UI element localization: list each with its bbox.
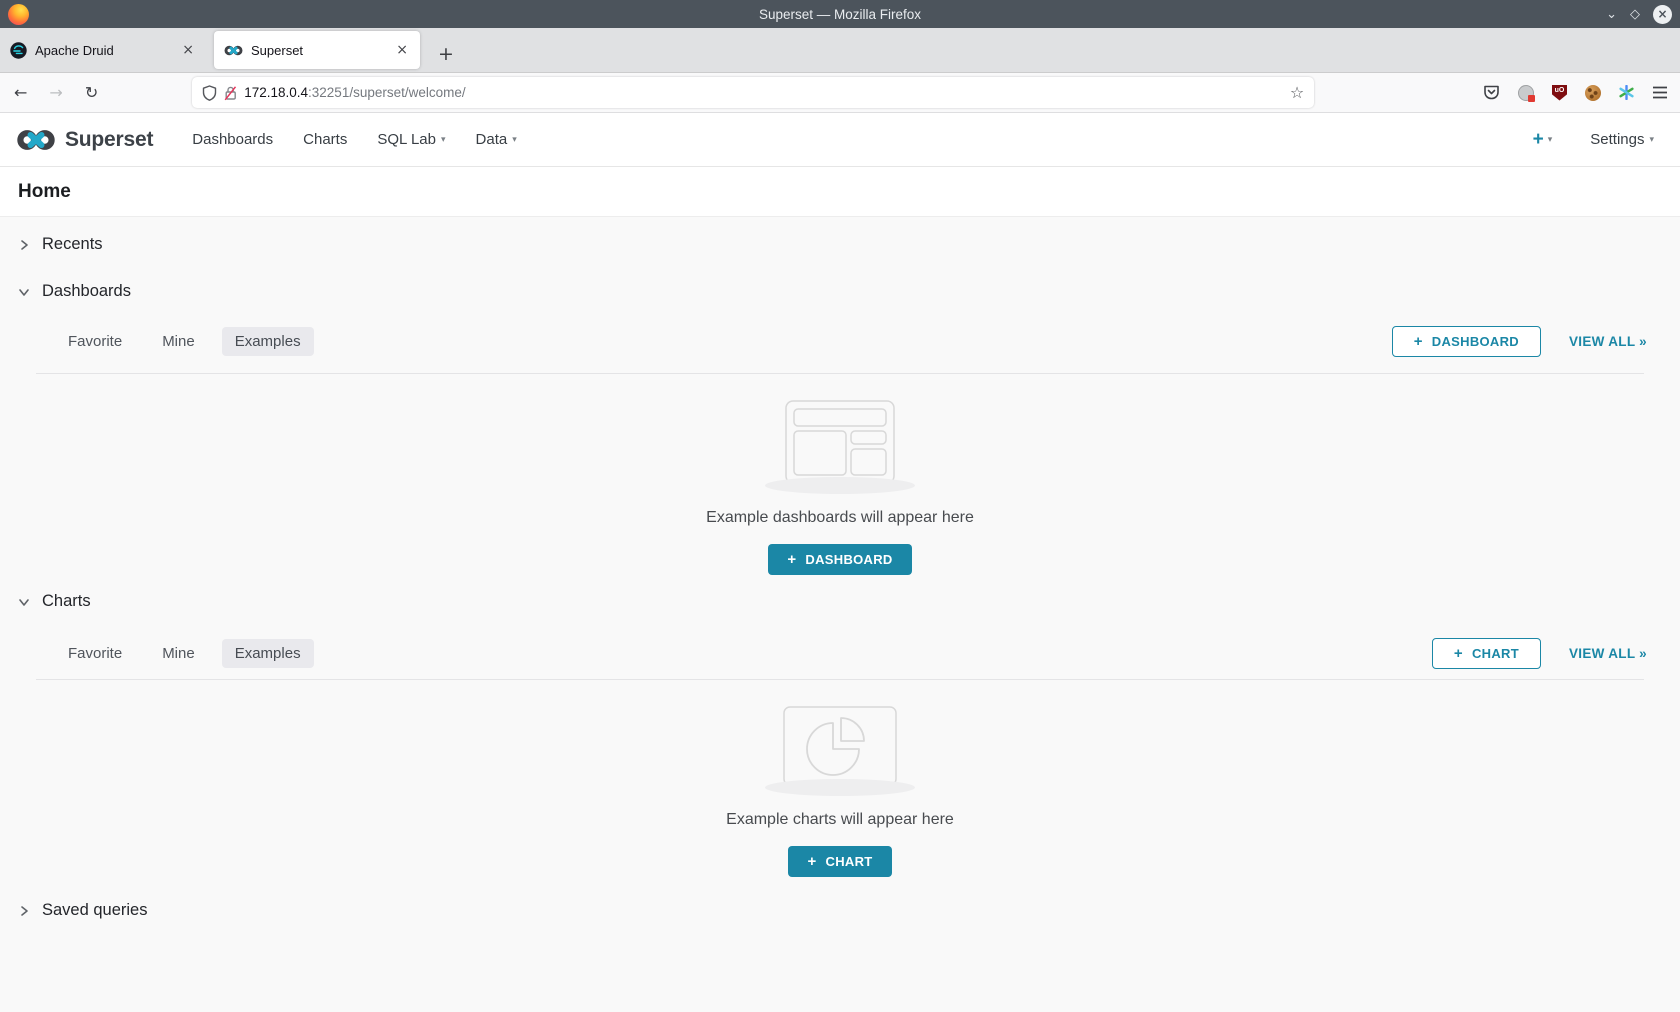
ublock-badge-label: uO [1555,87,1565,101]
bookmark-star-icon[interactable]: ☆ [1290,85,1304,101]
icon-shadow [765,477,915,494]
tab-close-icon[interactable]: × [394,42,410,58]
tab-favorite[interactable]: Favorite [55,327,135,356]
superset-logo-icon [16,129,56,151]
plus-icon: + [1454,646,1463,661]
browser-toolbar: ← → ↻ 172.18.0.4:32251/superset/welcome/… [0,73,1680,113]
create-dashboard-button[interactable]: + DASHBOARD [768,544,911,575]
view-all-charts-link[interactable]: VIEW ALL » [1569,646,1647,661]
dashboards-empty-state: Example dashboards will appear here + DA… [0,374,1680,575]
superset-favicon [224,45,243,56]
button-label: DASHBOARD [805,552,892,567]
home-content: Recents Dashboards Favorite Mine Example… [0,217,1680,1012]
plus-icon: + [787,552,796,567]
tracking-shield-icon[interactable] [202,85,217,101]
tab-mine[interactable]: Mine [149,327,208,356]
chevron-down-icon: ▾ [512,135,517,145]
icon-shadow [765,779,915,796]
window-minimize-icon[interactable]: ⌄ [1606,8,1617,21]
section-saved-queries[interactable]: Saved queries [0,901,1680,920]
chevron-down-icon [18,596,30,608]
nav-item-label: SQL Lab [377,131,436,148]
plus-icon: + [1533,130,1544,149]
nav-item-data[interactable]: Data ▾ [461,113,532,166]
plus-icon: + [807,854,816,869]
section-recents[interactable]: Recents [0,217,1680,254]
section-label: Charts [42,592,91,611]
empty-chart-icon [783,706,897,786]
window-titlebar: Superset — Mozilla Firefox ⌄ ◇ × [0,0,1680,28]
charts-empty-state: Example charts will appear here + CHART [0,680,1680,877]
url-text: 172.18.0.4:32251/superset/welcome/ [244,85,1290,100]
back-icon[interactable]: ← [14,85,27,101]
tab-title: Superset [251,43,394,58]
nav-item-label: Dashboards [192,131,273,148]
chevron-down-icon: ▾ [1649,135,1654,145]
chevron-down-icon: ▾ [1548,135,1553,145]
tab-examples[interactable]: Examples [222,327,314,356]
button-label: DASHBOARD [1432,334,1519,349]
tab-close-icon[interactable]: × [180,42,196,58]
asterisk-extension-icon[interactable] [1619,85,1634,100]
url-path: :32251/superset/welcome/ [308,85,466,100]
apache-druid-favicon [10,42,27,59]
settings-menu-button[interactable]: Settings ▾ [1590,131,1654,148]
tab-mine[interactable]: Mine [149,639,208,668]
browser-tab-superset[interactable]: Superset × [214,31,420,69]
pocket-icon[interactable] [1483,85,1500,100]
window-maximize-icon[interactable]: ◇ [1630,8,1640,21]
cookie-extension-icon[interactable] [1585,85,1601,101]
reload-icon[interactable]: ↻ [85,85,98,101]
section-label: Recents [42,235,103,254]
empty-dashboard-icon [785,400,895,484]
window-title: Superset — Mozilla Firefox [0,7,1680,22]
plus-icon: + [1414,334,1423,349]
insecure-lock-icon[interactable] [223,85,238,101]
nav-item-charts[interactable]: Charts [288,113,362,166]
charts-submenu: Favorite Mine Examples + CHART VIEW ALL … [0,638,1680,668]
hamburger-menu-icon[interactable] [1652,86,1668,99]
nav-item-sql-lab[interactable]: SQL Lab ▾ [362,113,460,166]
nav-item-dashboards[interactable]: Dashboards [177,113,288,166]
chevron-down-icon [18,286,30,298]
url-host: 172.18.0.4 [244,85,308,100]
button-label: CHART [1472,646,1519,661]
new-item-menu-button[interactable]: + ▾ [1533,130,1553,149]
new-tab-icon[interactable]: + [438,45,454,64]
forward-icon[interactable]: → [49,85,62,101]
brand-name: Superset [65,128,153,152]
section-dashboards[interactable]: Dashboards [0,282,1680,301]
section-label: Saved queries [42,901,148,920]
page-title-row: Home [0,167,1680,217]
chevron-down-icon: ▾ [441,135,446,145]
button-label: CHART [826,854,873,869]
url-bar[interactable]: 172.18.0.4:32251/superset/welcome/ ☆ [192,77,1314,108]
extension-icon[interactable] [1518,85,1534,101]
new-chart-button[interactable]: + CHART [1432,638,1541,669]
tab-title: Apache Druid [35,43,180,58]
page-title: Home [18,181,71,203]
tab-examples[interactable]: Examples [222,639,314,668]
nav-item-label: Charts [303,131,347,148]
tab-favorite[interactable]: Favorite [55,639,135,668]
section-charts[interactable]: Charts [0,592,1680,611]
empty-state-text: Example charts will appear here [726,811,954,829]
view-all-dashboards-link[interactable]: VIEW ALL » [1569,334,1647,349]
browser-tab-apache-druid[interactable]: Apache Druid × [0,31,206,69]
new-dashboard-button[interactable]: + DASHBOARD [1392,326,1541,357]
ublock-origin-icon[interactable]: uO [1552,85,1567,101]
create-chart-button[interactable]: + CHART [788,846,891,877]
window-close-icon[interactable]: × [1653,5,1672,24]
empty-state-text: Example dashboards will appear here [706,509,974,527]
settings-label: Settings [1590,131,1644,148]
chevron-right-icon [18,905,30,917]
nav-item-label: Data [476,131,508,148]
chevron-right-icon [18,239,30,251]
section-label: Dashboards [42,282,131,301]
superset-navbar: Superset Dashboards Charts SQL Lab ▾ Dat… [0,113,1680,167]
superset-brand[interactable]: Superset [16,128,153,152]
dashboards-submenu: Favorite Mine Examples + DASHBOARD VIEW … [0,326,1680,356]
browser-tab-strip: Apache Druid × Superset × + [0,28,1680,73]
